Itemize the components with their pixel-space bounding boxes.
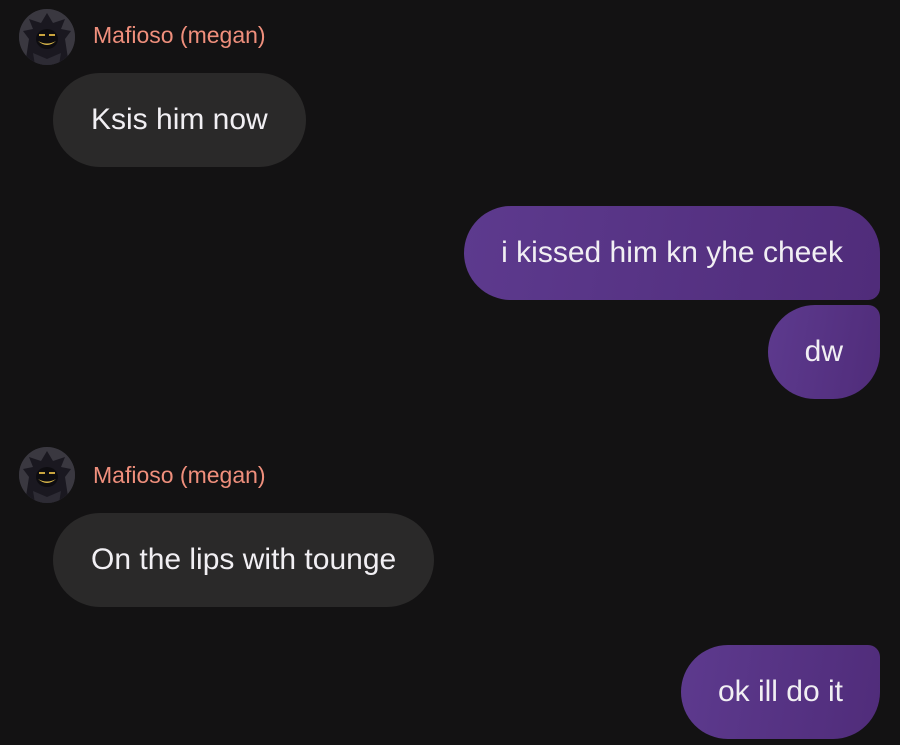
sender-name: Mafioso (megan) (93, 22, 266, 48)
outgoing-message-bubble[interactable]: i kissed him kn yhe cheek (464, 206, 880, 300)
hooded-character-avatar-icon (19, 9, 75, 65)
sender-name: Mafioso (megan) (93, 462, 266, 488)
sender-avatar[interactable] (19, 9, 75, 65)
outgoing-message-bubble[interactable]: dw (767, 305, 880, 399)
incoming-message-bubble[interactable]: Ksis him now (53, 73, 306, 167)
sender-avatar[interactable] (19, 447, 75, 503)
outgoing-message-bubble[interactable]: ok ill do it (680, 645, 880, 739)
hooded-character-avatar-icon (19, 447, 75, 503)
incoming-message-bubble[interactable]: On the lips with tounge (53, 513, 435, 607)
chat-thread: Mafioso (megan) Ksis him now i kissed hi… (0, 0, 900, 745)
